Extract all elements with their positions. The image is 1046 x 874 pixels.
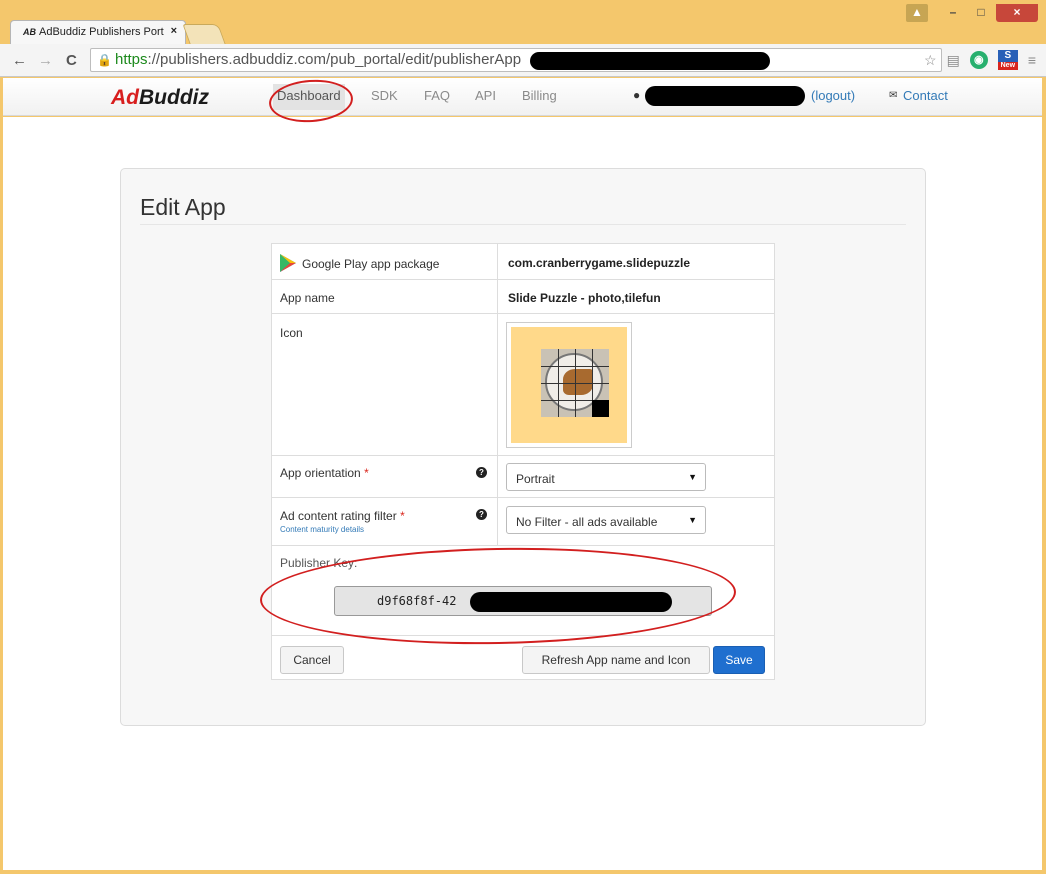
forward-icon[interactable]: →: [38, 52, 53, 69]
required-mark: *: [400, 509, 405, 523]
envelope-icon: ✉: [889, 90, 898, 101]
icon-label: Icon: [280, 326, 303, 340]
save-button[interactable]: Save: [713, 646, 765, 674]
publisher-key-row: Publisher Key: d9f68f8f-42: [272, 546, 774, 636]
nav-api[interactable]: API: [475, 88, 496, 103]
tab-title: AdBuddiz Publishers Port: [39, 26, 164, 38]
orientation-select[interactable]: Portrait ▼: [506, 463, 706, 491]
orientation-row: App orientation * ? Portrait ▼: [272, 456, 774, 498]
new-tab-button[interactable]: [182, 24, 226, 44]
google-play-icon: [280, 254, 296, 272]
new-extension-icon[interactable]: S New: [997, 50, 1018, 70]
close-window-button[interactable]: ×: [996, 4, 1038, 22]
reload-icon[interactable]: C: [66, 52, 77, 69]
window-controls: ▲ – □ ×: [906, 4, 1038, 24]
menu-icon[interactable]: ≡: [1028, 52, 1036, 68]
rating-select[interactable]: No Filter - all ads available ▼: [506, 506, 706, 534]
app-name-row: App name Slide Puzzle - photo,tilefun: [272, 280, 774, 314]
help-icon[interactable]: ?: [476, 509, 487, 520]
minimize-button[interactable]: –: [940, 4, 966, 22]
edit-app-panel: Edit App Google Play app package com.cra…: [120, 168, 926, 726]
help-icon[interactable]: ?: [476, 467, 487, 478]
nav-dashboard[interactable]: Dashboard: [273, 84, 345, 110]
nav-billing[interactable]: Billing: [522, 88, 557, 103]
lock-icon: 🔒: [97, 53, 112, 67]
tab-close-icon[interactable]: ×: [171, 25, 177, 37]
page-action-icon[interactable]: ▤: [947, 52, 960, 69]
browser-toolbar: ← → C 🔒 https://publishers.adbuddiz.com/…: [0, 44, 1046, 77]
content-maturity-link[interactable]: Content maturity details: [280, 525, 364, 534]
new-badge: New: [997, 62, 1018, 70]
url-text: ://publishers.adbuddiz.com/pub_portal/ed…: [147, 51, 522, 68]
nav-sdk[interactable]: SDK: [371, 88, 398, 103]
extension-icon[interactable]: ◉: [969, 51, 988, 69]
redaction-mark: [530, 52, 770, 70]
app-name-label: App name: [280, 291, 335, 305]
brand-logo[interactable]: AdBuddiz: [111, 86, 209, 110]
tab-strip: AB AdBuddiz Publishers Port × ▲ – □ ×: [0, 0, 1046, 44]
nav-faq[interactable]: FAQ: [424, 88, 450, 103]
contact-link[interactable]: Contact: [903, 88, 948, 103]
chevron-down-icon: ▼: [688, 515, 697, 525]
toolbar-extensions: ☆ ▤ ◉ S New ≡: [924, 50, 1036, 70]
redaction-mark: [470, 592, 672, 612]
url-scheme: https: [115, 51, 148, 68]
star-icon[interactable]: ☆: [924, 52, 937, 69]
icon-row: Icon: [272, 314, 774, 456]
rating-label: Ad content rating filter *: [280, 509, 405, 523]
browser-window: AB AdBuddiz Publishers Port × ▲ – □ × ← →…: [0, 0, 1046, 874]
browser-tab[interactable]: AB AdBuddiz Publishers Port ×: [10, 20, 186, 44]
user-profile-icon[interactable]: ▲: [906, 4, 928, 22]
chevron-down-icon: ▼: [688, 472, 697, 482]
maximize-button[interactable]: □: [968, 4, 994, 22]
site-navbar: AdBuddiz Dashboard SDK FAQ API Billing ●…: [3, 78, 1042, 116]
user-icon: ●: [633, 88, 641, 102]
favicon-icon: AB: [23, 27, 36, 37]
package-row: Google Play app package com.cranberrygam…: [272, 244, 774, 280]
app-name-value: Slide Puzzle - photo,tilefun: [508, 291, 661, 305]
logout-link[interactable]: (logout): [811, 88, 855, 103]
page-body: Edit App Google Play app package com.cra…: [3, 117, 1042, 870]
orientation-label: App orientation *: [280, 466, 369, 480]
blank-tile: [592, 400, 609, 417]
edit-app-form: Google Play app package com.cranberrygam…: [271, 243, 775, 680]
divider: [140, 224, 906, 225]
refresh-button[interactable]: Refresh App name and Icon: [522, 646, 710, 674]
package-label: Google Play app package: [302, 257, 440, 271]
address-bar[interactable]: 🔒 https://publishers.adbuddiz.com/pub_po…: [90, 48, 942, 72]
page-title: Edit App: [140, 194, 226, 220]
redaction-mark: [645, 86, 805, 106]
rating-row: Ad content rating filter * Content matur…: [272, 498, 774, 546]
app-icon-image: [506, 322, 632, 448]
required-mark: *: [364, 466, 369, 480]
publisher-key-label: Publisher Key:: [280, 556, 358, 570]
puzzle-image: [541, 349, 609, 417]
package-value: com.cranberrygame.slidepuzzle: [508, 256, 691, 270]
back-icon[interactable]: ←: [12, 52, 27, 69]
cancel-button[interactable]: Cancel: [280, 646, 344, 674]
